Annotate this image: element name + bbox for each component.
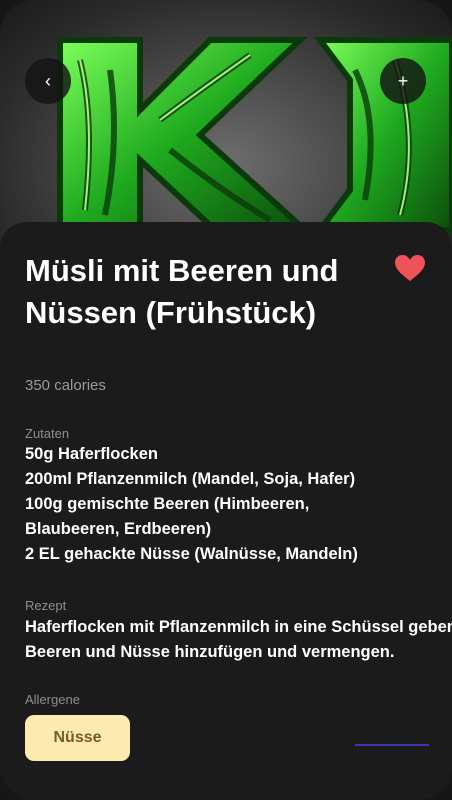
ingredient-item: 2 EL gehackte Nüsse (Walnüsse, Mandeln): [25, 545, 358, 563]
ingredients-list: 50g Haferflocken 200ml Pflanzenmilch (Ma…: [25, 442, 445, 567]
recipe-detail-card: Müsli mit Beeren und Nüssen (Frühstück) …: [0, 222, 452, 800]
back-button[interactable]: ‹: [25, 58, 71, 104]
calories-text: 350 calories: [25, 377, 106, 394]
recipe-label: Rezept: [25, 598, 67, 613]
ingredient-item: 50g Haferflocken: [25, 445, 158, 463]
plus-icon: +: [397, 71, 409, 91]
ingredient-item: 100g gemischte Beeren (Himbeeren, Blaube…: [25, 495, 310, 538]
allergens-label: Allergene: [25, 692, 80, 707]
ingredients-label: Zutaten: [25, 426, 70, 441]
chevron-left-icon: ‹: [45, 71, 51, 91]
scroll-indicator: [355, 744, 429, 746]
heart-icon[interactable]: [394, 254, 426, 282]
ingredient-item: 200ml Pflanzenmilch (Mandel, Soja, Hafer…: [25, 470, 356, 488]
recipe-title: Müsli mit Beeren und Nüssen (Frühstück): [25, 253, 339, 330]
add-button[interactable]: +: [380, 58, 426, 104]
recipe-screen: ‹ + Müsli mit Beeren und Nüssen (Frühstü…: [0, 0, 452, 800]
allergen-chip[interactable]: Nüsse: [25, 715, 130, 761]
recipe-text: Haferflocken mit Pflanzenmilch in eine S…: [25, 618, 452, 661]
